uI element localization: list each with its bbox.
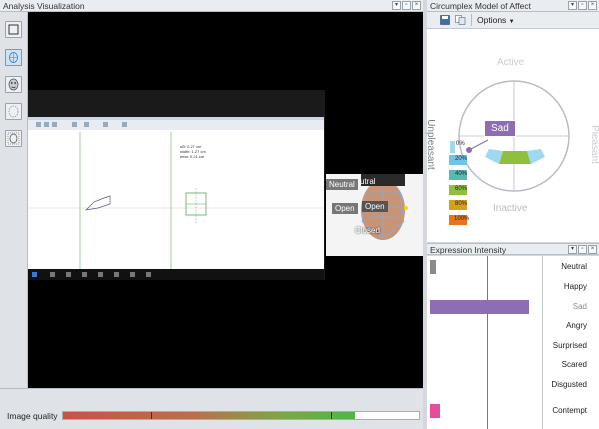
circumplex-toolbar: Options ▼	[427, 12, 599, 29]
affect-sector	[499, 151, 531, 164]
expression-bar-neutral	[430, 260, 437, 274]
save-icon[interactable]	[440, 15, 450, 25]
legend-label: 20%	[455, 156, 468, 162]
legend-label: 100%	[454, 216, 470, 222]
open-right-overlay-label: Open	[362, 201, 388, 212]
expression-label-angry: Angry	[566, 321, 587, 330]
float-button[interactable]: ▫	[402, 1, 411, 10]
affect-point[interactable]	[466, 147, 472, 153]
face-outline-tool-button[interactable]	[5, 103, 22, 120]
captured-dimension-text: uB: 0.27 cm width: 1.27 cm beta: 0.21 cm	[180, 144, 206, 159]
analysis-visualization-title: Analysis Visualization	[3, 1, 85, 11]
face-mask-icon	[8, 78, 19, 91]
expression-label-disgusted: Disgusted	[551, 380, 587, 389]
circumplex-body: Active Inactive Unpleasant Pleasant Sad …	[425, 29, 599, 242]
toolbar-separator	[471, 14, 472, 26]
expression-intensity-body: Neutral Happy Sad Angry Surprised Scared Disgu…	[427, 256, 599, 429]
video-frame-svg	[28, 90, 423, 280]
expression-intensity-title-bar: Expression Intensity ▾ ▫ ×	[427, 243, 599, 255]
face-points-tool-button[interactable]	[5, 130, 22, 147]
analysis-canvas: Neutral utral Open Open Closed uB: 0.27 …	[28, 12, 423, 388]
legend-swatch	[450, 141, 455, 153]
options-label: Options	[477, 15, 507, 25]
legend-label: 40%	[455, 171, 468, 177]
close-button[interactable]: ×	[412, 1, 421, 10]
legend-label: 60%	[455, 186, 468, 192]
neutral-partial-overlay-label: utral	[360, 177, 376, 186]
current-emotion-label: Sad	[484, 120, 516, 137]
quality-tick	[331, 412, 332, 419]
label-divider	[542, 256, 543, 429]
chevron-down-icon: ▼	[508, 19, 515, 25]
square-tool-button[interactable]	[5, 21, 22, 38]
analysis-visualization-title-bar: Analysis Visualization ▾ ▫ ×	[0, 0, 423, 12]
expression-intensity-title: Expression Intensity	[430, 245, 507, 255]
image-quality-label: Image quality	[7, 411, 58, 421]
midline-divider	[487, 256, 488, 429]
face-outline-icon	[8, 105, 19, 118]
image-quality-track	[62, 411, 420, 420]
image-quality-area: Image quality	[0, 388, 423, 429]
expression-label-contempt: Contempt	[552, 406, 587, 415]
image-quality-fill	[63, 412, 355, 419]
face-mask-tool-button[interactable]	[5, 76, 22, 93]
expression-bar-sad	[430, 300, 530, 314]
legend-label: 80%	[455, 201, 468, 207]
pin-button[interactable]: ▾	[568, 245, 577, 254]
captured-document-area	[28, 117, 324, 269]
options-menu[interactable]: Options ▼	[477, 15, 515, 25]
expression-bar-contempt	[430, 404, 440, 418]
face-grid-icon	[9, 52, 18, 63]
float-button[interactable]: ▫	[578, 245, 587, 254]
expression-label-scared: Scared	[561, 360, 587, 369]
close-button[interactable]: ×	[588, 245, 597, 254]
neutral-overlay-label: Neutral	[326, 179, 358, 190]
expression-label-sad: Sad	[572, 302, 587, 311]
circumplex-title-bar: Circumplex Model of Affect ▾ ▫ ×	[427, 0, 599, 12]
captured-taskbar	[28, 269, 324, 280]
pin-button[interactable]: ▾	[568, 1, 577, 10]
closed-overlay-label: Closed	[355, 226, 380, 235]
copy-icon[interactable]	[455, 15, 466, 25]
expression-label-surprised: Surprised	[552, 341, 587, 350]
open-left-overlay-label: Open	[332, 203, 358, 214]
captured-titlebar	[28, 117, 324, 120]
analysis-toolbar	[0, 12, 28, 388]
circumplex-title: Circumplex Model of Affect	[430, 1, 531, 11]
quality-tick	[151, 412, 152, 419]
square-icon	[8, 24, 19, 35]
face-points-icon	[7, 132, 20, 145]
float-button[interactable]: ▫	[578, 1, 587, 10]
close-button[interactable]: ×	[588, 1, 597, 10]
expression-label-happy: Happy	[563, 282, 587, 291]
pin-button[interactable]: ▾	[392, 1, 401, 10]
face-grid-tool-button[interactable]	[5, 49, 22, 66]
legend-label: 0%	[456, 141, 465, 147]
expression-label-neutral: Neutral	[561, 262, 587, 271]
